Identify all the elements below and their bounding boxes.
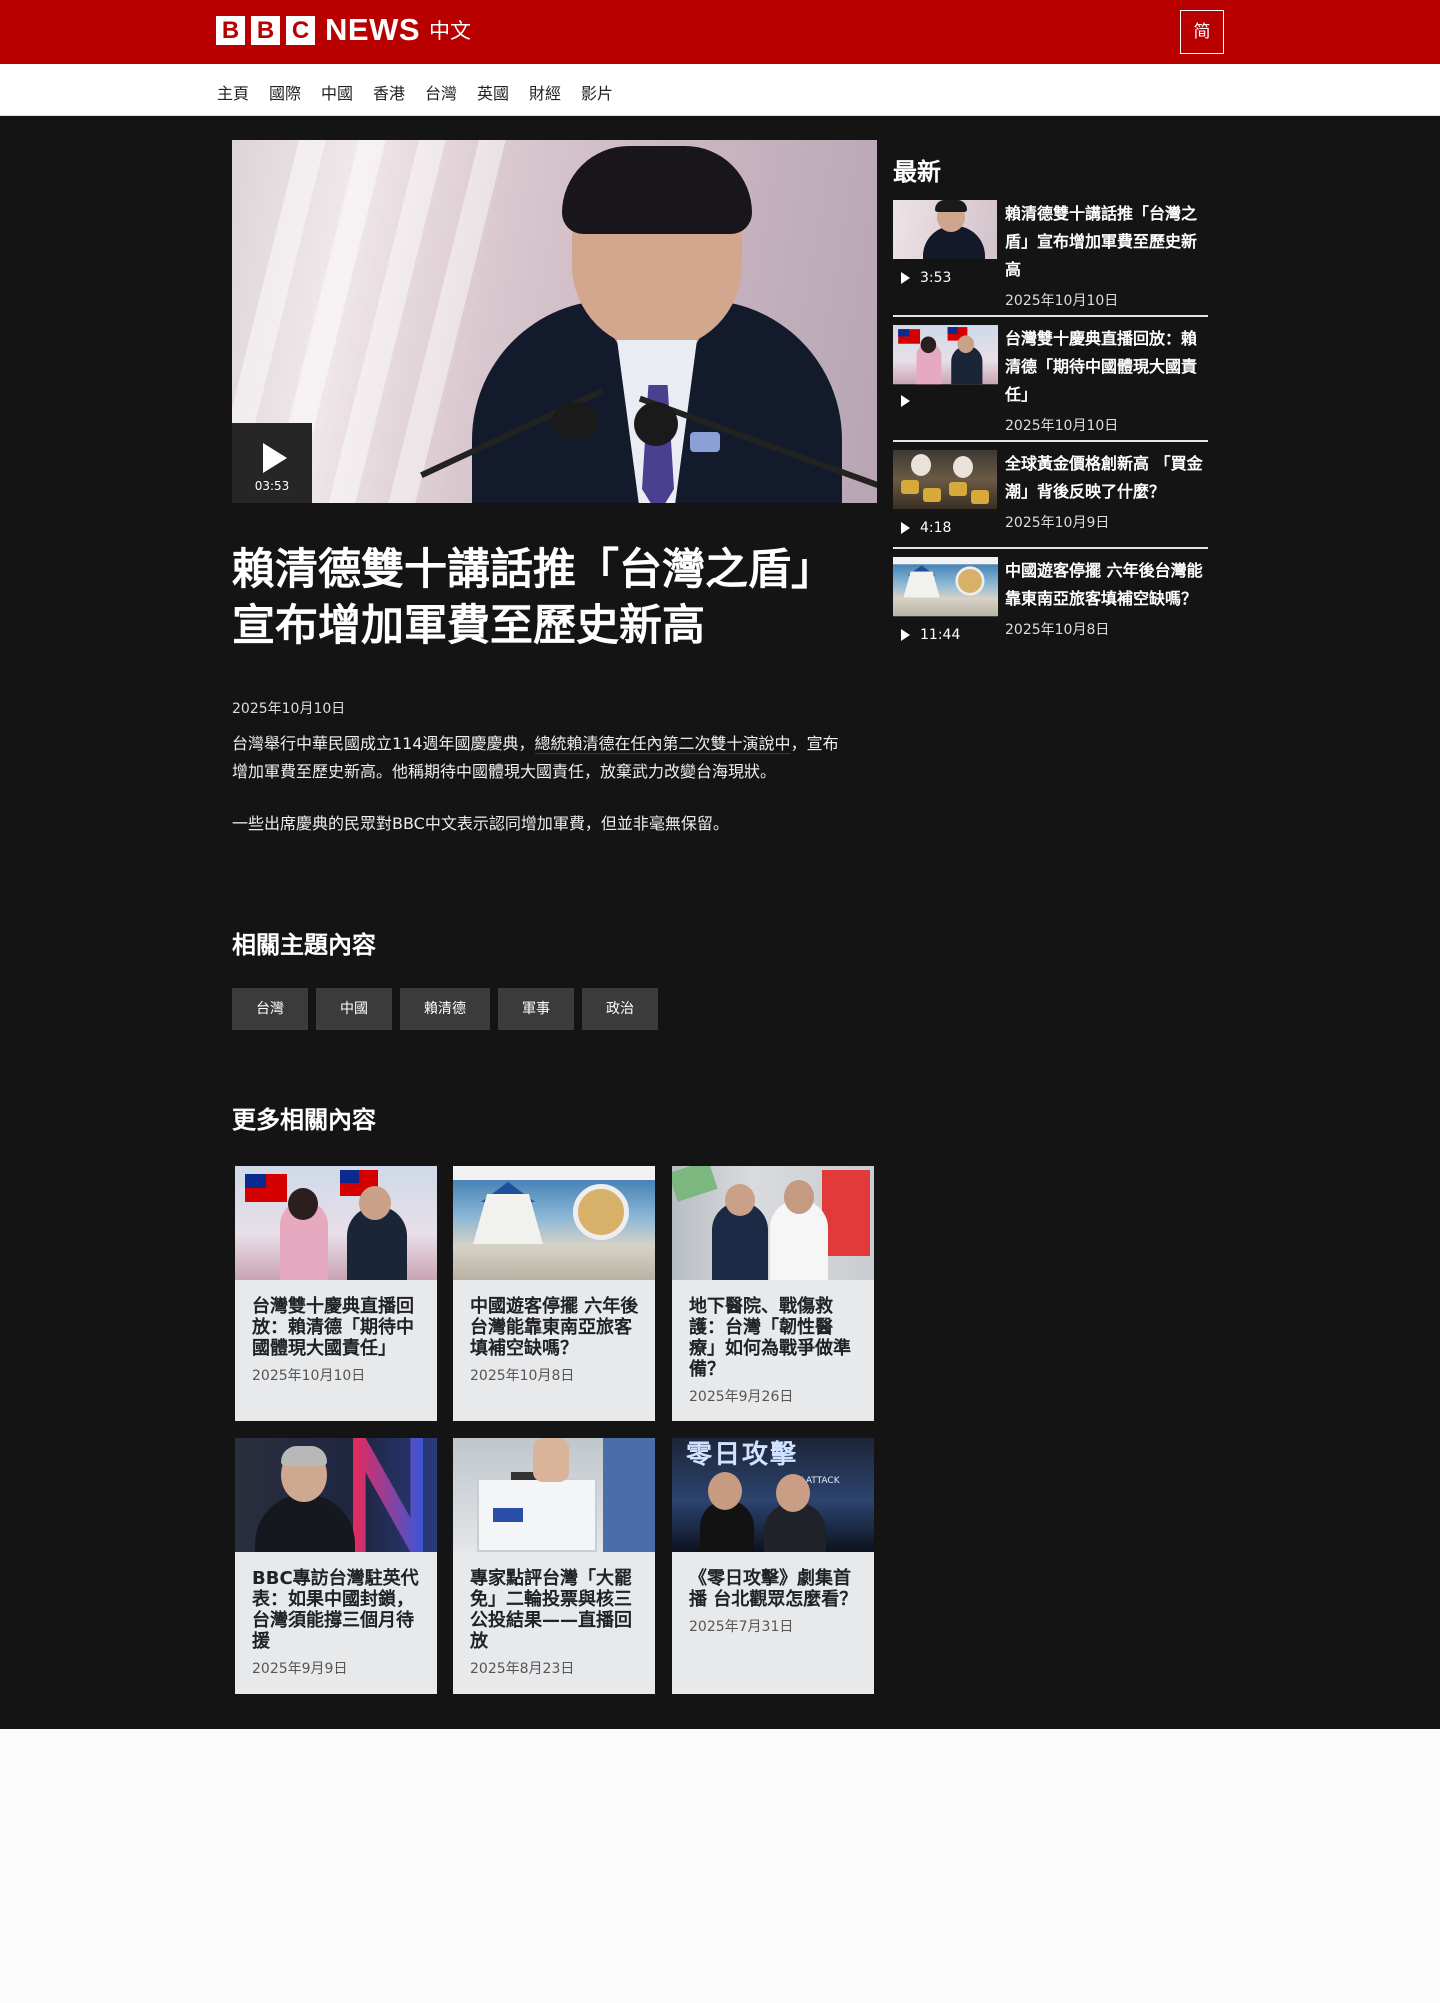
hero-video-player[interactable]	[232, 140, 877, 503]
latest-date: 2025年10月10日	[1005, 293, 1119, 309]
article-headline: 賴清德雙十講話推「台灣之盾」宣布增加軍費至歷史新高	[232, 545, 834, 651]
latest-thumbnail	[893, 200, 997, 259]
nav-item-uk[interactable]: 英國	[477, 80, 509, 104]
card-date: 2025年9月9日	[252, 1661, 348, 1677]
latest-video-indicator: 4:18	[901, 520, 951, 536]
latest-title: 中國遊客停擺 六年後台灣能靠東南亞旅客填補空缺嗎？	[1005, 561, 1203, 608]
latest-item[interactable]: 台灣雙十慶典直播回放：賴清德「期待中國體現大國責任」 2025年10月10日	[893, 325, 1208, 435]
latest-title: 台灣雙十慶典直播回放：賴清德「期待中國體現大國責任」	[1005, 329, 1198, 404]
latest-divider	[893, 315, 1208, 317]
latest-title: 賴清德雙十講話推「台灣之盾」宣布增加軍費至歷史新高	[1005, 204, 1198, 279]
card-thumbnail	[453, 1166, 655, 1280]
hero-video-duration: 03:53	[254, 479, 290, 493]
main-navigation: 主頁 國際 中國 香港 台灣 英國 財經 影片	[0, 64, 1440, 116]
nav-item-china[interactable]: 中國	[321, 80, 353, 104]
card-title: 中國遊客停擺 六年後台灣能靠東南亞旅客填補空缺嗎？	[470, 1296, 639, 1359]
latest-thumbnail	[893, 557, 999, 617]
latest-video-indicator: 11:44	[901, 627, 960, 643]
latest-title: 全球黃金價格創新高 「買金潮」背後反映了什麼？	[1005, 454, 1203, 501]
card-thumbnail	[235, 1166, 437, 1280]
thumbnail-show-title: 零日攻擊	[686, 1440, 799, 1470]
card-thumbnail	[453, 1438, 655, 1552]
bbc-logo-block-b1: B	[216, 15, 245, 45]
logo-news-word: NEWS	[325, 12, 420, 47]
play-icon	[901, 522, 910, 534]
latest-divider	[893, 547, 1208, 549]
summary-inline-link[interactable]: 總統賴清德在任內第二次雙十演說中	[534, 734, 791, 754]
related-card[interactable]: 中國遊客停擺 六年後台灣能靠東南亞旅客填補空缺嗎？ 2025年10月8日	[453, 1166, 655, 1421]
latest-thumbnail	[893, 325, 999, 385]
card-title: 專家點評台灣「大罷免」二輪投票與核三公投結果——直播回放	[470, 1568, 632, 1652]
tag-lai-ching-te[interactable]: 賴清德	[400, 988, 490, 1030]
related-card[interactable]: 地下醫院、戰傷救護：台灣「韌性醫療」如何為戰爭做準備？ 2025年9月26日	[672, 1166, 874, 1421]
card-title: 《零日攻擊》劇集首播 台北觀眾怎麼看？	[689, 1568, 858, 1610]
nav-item-hong-kong[interactable]: 香港	[373, 80, 405, 104]
latest-video-indicator: 3:53	[901, 270, 951, 286]
latest-date: 2025年10月9日	[1005, 515, 1110, 531]
related-card[interactable]: BBC專訪台灣駐英代表：如果中國封鎖，台灣須能撐三個月待援 2025年9月9日	[235, 1438, 437, 1694]
tag-military[interactable]: 軍事	[498, 988, 574, 1030]
nav-item-business[interactable]: 財經	[529, 80, 561, 104]
latest-item[interactable]: 11:44 中國遊客停擺 六年後台灣能靠東南亞旅客填補空缺嗎？ 2025年10月…	[893, 557, 1208, 649]
simplified-chinese-toggle-button[interactable]: 简	[1180, 10, 1224, 54]
top-bar: B B C NEWS 中文 简	[0, 0, 1440, 64]
play-icon	[901, 272, 910, 284]
latest-item[interactable]: 4:18 全球黃金價格創新高 「買金潮」背後反映了什麼？ 2025年10月9日	[893, 450, 1208, 542]
related-topics-heading: 相關主題內容	[232, 931, 376, 959]
nav-item-taiwan[interactable]: 台灣	[425, 80, 457, 104]
tag-politics[interactable]: 政治	[582, 988, 658, 1030]
latest-duration: 4:18	[920, 520, 952, 536]
bbc-news-logo[interactable]: B B C NEWS 中文	[216, 12, 471, 47]
card-date: 2025年9月26日	[689, 1389, 794, 1405]
card-title: BBC專訪台灣駐英代表：如果中國封鎖，台灣須能撐三個月待援	[252, 1568, 419, 1652]
card-thumbnail	[235, 1438, 437, 1552]
more-related-heading: 更多相關內容	[232, 1106, 376, 1134]
card-date: 2025年8月23日	[470, 1661, 575, 1677]
card-title: 台灣雙十慶典直播回放：賴清德「期待中國體現大國責任」	[252, 1296, 414, 1359]
latest-duration: 11:44	[920, 627, 961, 643]
topic-tags: 台灣 中國 賴清德 軍事 政治	[232, 988, 666, 1030]
logo-language-word: 中文	[429, 19, 471, 43]
card-date: 2025年10月8日	[470, 1368, 575, 1384]
latest-heading: 最新	[893, 158, 941, 186]
related-card[interactable]: 台灣雙十慶典直播回放：賴清德「期待中國體現大國責任」 2025年10月10日	[235, 1166, 437, 1421]
nav-item-international[interactable]: 國際	[269, 80, 301, 104]
article-date: 2025年10月10日	[232, 701, 346, 717]
card-date: 2025年10月10日	[252, 1368, 366, 1384]
article-summary-second: 一些出席慶典的民眾對BBC中文表示認同增加軍費，但並非毫無保留。	[232, 814, 729, 833]
hero-play-button[interactable]: 03:53	[232, 423, 312, 503]
latest-divider	[893, 440, 1208, 442]
card-thumbnail: 零日攻擊 AY ATTACK	[672, 1438, 874, 1552]
latest-duration: 3:53	[920, 270, 952, 286]
related-card[interactable]: 零日攻擊 AY ATTACK 《零日攻擊》劇集首播 台北觀眾怎麼看？ 2025年…	[672, 1438, 874, 1694]
latest-date: 2025年10月10日	[1005, 418, 1119, 434]
card-date: 2025年7月31日	[689, 1619, 794, 1635]
card-title: 地下醫院、戰傷救護：台灣「韌性醫療」如何為戰爭做準備？	[689, 1296, 851, 1380]
related-card[interactable]: 專家點評台灣「大罷免」二輪投票與核三公投結果——直播回放 2025年8月23日	[453, 1438, 655, 1694]
bbc-logo-block-b2: B	[251, 15, 280, 45]
latest-date: 2025年10月8日	[1005, 622, 1110, 638]
tag-taiwan[interactable]: 台灣	[232, 988, 308, 1030]
nav-item-video[interactable]: 影片	[581, 80, 613, 104]
play-icon	[901, 629, 910, 641]
latest-item[interactable]: 3:53 賴清德雙十講話推「台灣之盾」宣布增加軍費至歷史新高 2025年10月1…	[893, 200, 1208, 310]
bbc-logo-block-c: C	[286, 15, 315, 45]
play-icon	[263, 443, 287, 473]
latest-video-indicator	[901, 395, 920, 407]
nav-item-home[interactable]: 主頁	[217, 80, 249, 104]
play-icon	[901, 395, 910, 407]
article-summary: 台灣舉行中華民國成立114週年國慶慶典，總統賴清德在任內第二次雙十演說中，宣布增…	[232, 730, 847, 786]
tag-china[interactable]: 中國	[316, 988, 392, 1030]
summary-text-start: 台灣舉行中華民國成立114週年國慶慶典，	[232, 734, 535, 753]
card-thumbnail	[672, 1166, 874, 1280]
latest-thumbnail	[893, 450, 997, 509]
